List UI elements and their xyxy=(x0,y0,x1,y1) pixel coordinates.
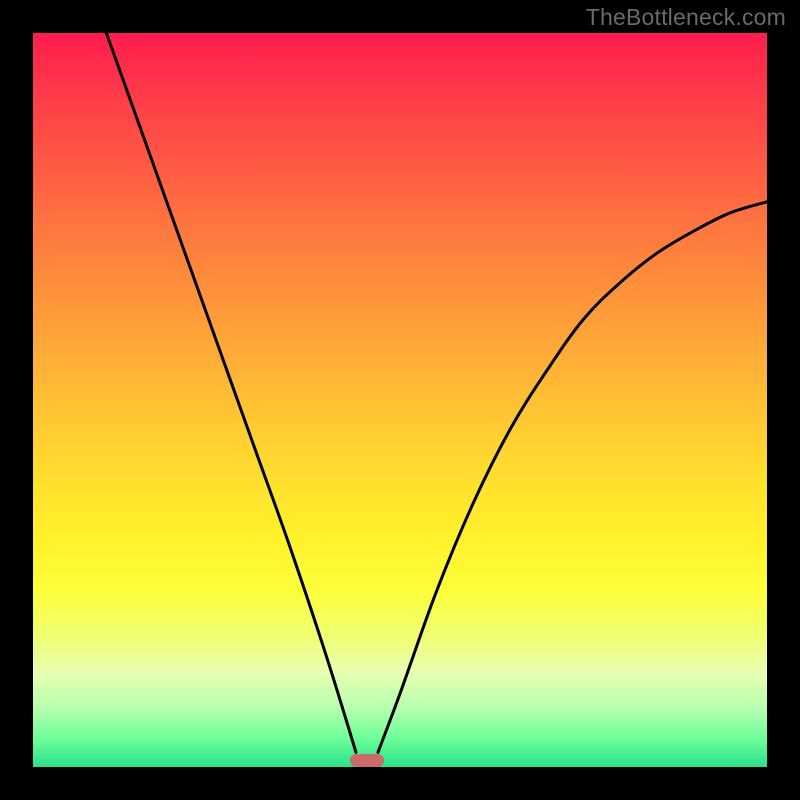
plot-area xyxy=(33,33,767,767)
curve-right-branch xyxy=(378,202,767,753)
min-point-marker xyxy=(350,754,384,767)
watermark-text: TheBottleneck.com xyxy=(586,4,786,31)
bottleneck-curve xyxy=(33,33,767,767)
curve-left-branch xyxy=(106,33,356,752)
chart-frame: TheBottleneck.com xyxy=(0,0,800,800)
